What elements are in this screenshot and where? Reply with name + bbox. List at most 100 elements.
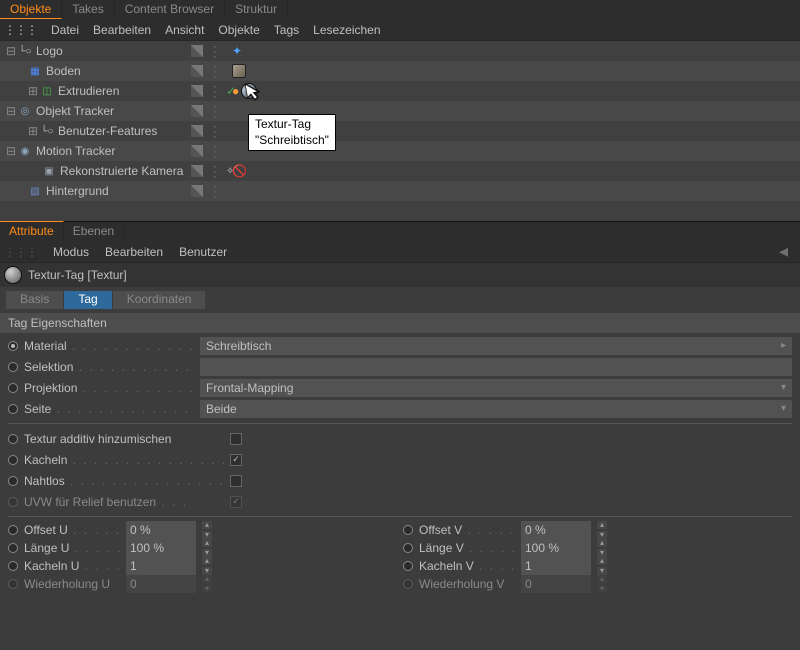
tree-label: Motion Tracker: [36, 144, 115, 158]
tree-item-objekt-tracker[interactable]: ⊟ ◎ Objekt Tracker ⋮: [0, 101, 800, 121]
field-offset-v[interactable]: 0 %: [521, 521, 591, 539]
selektion-field[interactable]: [200, 358, 792, 376]
menu-objekte[interactable]: Objekte: [218, 23, 259, 37]
motion-tracker-icon: ◉: [18, 144, 32, 158]
anchor-tag-icon[interactable]: ✦: [232, 44, 242, 58]
field-wiederholung-v: 0: [521, 575, 591, 593]
phong-tag-icon[interactable]: ●: [232, 84, 239, 98]
expander-icon[interactable]: ⊟: [6, 104, 18, 118]
tree-item-rek-kamera[interactable]: ▣ Rekonstruierte Kamera ⋮✧ 🚫: [0, 161, 800, 181]
seite-field[interactable]: Beide▾: [200, 400, 792, 418]
field-kacheln-u[interactable]: 1: [126, 557, 196, 575]
spinner[interactable]: ▴▾: [202, 539, 212, 557]
anim-dot[interactable]: [8, 362, 18, 372]
menu-benutzer[interactable]: Benutzer: [179, 245, 227, 259]
dropdown-icon[interactable]: ▾: [781, 382, 786, 393]
tree-item-extrudieren[interactable]: ⊞ ◫ Extrudieren ⋮✓ ●: [0, 81, 800, 101]
anim-dot[interactable]: [8, 561, 18, 571]
anim-dot: [8, 579, 18, 589]
expander-icon[interactable]: ⊞: [28, 124, 40, 138]
anim-dot[interactable]: [8, 383, 18, 393]
separator: [8, 516, 792, 517]
tab-objekte[interactable]: Objekte: [0, 0, 62, 19]
expander-icon[interactable]: ⊞: [28, 84, 40, 98]
dropdown-icon[interactable]: ▾: [781, 403, 786, 414]
dropdown-icon[interactable]: ▸: [781, 340, 786, 351]
field-laenge-v[interactable]: 100 %: [521, 539, 591, 557]
anim-dot[interactable]: [8, 455, 18, 465]
object-menubar: ⋮⋮⋮ Datei Bearbeiten Ansicht Objekte Tag…: [0, 19, 800, 41]
anim-dot: [8, 497, 18, 507]
menu-tags[interactable]: Tags: [274, 23, 299, 37]
attribute-title: Textur-Tag [Textur]: [28, 268, 127, 282]
checkbox-nahtlos[interactable]: [230, 475, 242, 487]
label-seite: Seite . . . . . . . . . . . . . . . . . …: [24, 402, 194, 416]
anim-dot[interactable]: [403, 561, 413, 571]
field-offset-u[interactable]: 0 %: [126, 521, 196, 539]
projektion-field[interactable]: Frontal-Mapping▾: [200, 379, 792, 397]
tab-struktur[interactable]: Struktur: [225, 0, 288, 19]
menu-bearbeiten[interactable]: Bearbeiten: [93, 23, 151, 37]
menu-ansicht[interactable]: Ansicht: [165, 23, 204, 37]
spinner[interactable]: ▴▾: [597, 521, 607, 539]
tab-takes[interactable]: Takes: [62, 0, 114, 19]
menu-bearbeiten[interactable]: Bearbeiten: [105, 245, 163, 259]
tab-attribute[interactable]: Attribute: [0, 221, 64, 241]
tree-label: Boden: [46, 64, 81, 78]
tree-item-boden[interactable]: ▦ Boden ⋮: [0, 61, 800, 81]
subtab-koordinaten[interactable]: Koordinaten: [113, 291, 206, 309]
plane-icon: ▦: [28, 64, 42, 78]
label-kacheln: Kacheln . . . . . . . . . . . . . . . . …: [24, 453, 224, 467]
attribute-menubar: ⋮⋮⋮ Modus Bearbeiten Benutzer ◂: [0, 241, 800, 263]
history-back-icon[interactable]: ◂: [779, 241, 788, 262]
menu-datei[interactable]: Datei: [51, 23, 79, 37]
field-laenge-u[interactable]: 100 %: [126, 539, 196, 557]
menu-modus[interactable]: Modus: [53, 245, 89, 259]
anim-dot[interactable]: [8, 476, 18, 486]
checkbox-uvw: [230, 496, 242, 508]
spinner[interactable]: ▴▾: [202, 521, 212, 539]
spinner[interactable]: ▴▾: [597, 557, 607, 575]
material-field[interactable]: Schreibtisch▸: [200, 337, 792, 355]
anim-dot[interactable]: [8, 525, 18, 535]
anim-dot[interactable]: [403, 543, 413, 553]
anim-dot[interactable]: [8, 404, 18, 414]
tab-ebenen[interactable]: Ebenen: [64, 222, 124, 241]
field-kacheln-v[interactable]: 1: [521, 557, 591, 575]
label-nahtlos: Nahtlos . . . . . . . . . . . . . . . . …: [24, 474, 224, 488]
tree-item-motion-tracker[interactable]: ⊟ ◉ Motion Tracker ⋮: [0, 141, 800, 161]
menu-lesezeichen[interactable]: Lesezeichen: [313, 23, 380, 37]
tree-label: Extrudieren: [58, 84, 119, 98]
separator: [8, 423, 792, 424]
tree-item-logo[interactable]: ⊟ └○ Logo ⋮ ✦: [0, 41, 800, 61]
anim-dot[interactable]: [8, 341, 18, 351]
subtab-tag[interactable]: Tag: [64, 291, 111, 309]
tab-content-browser[interactable]: Content Browser: [115, 0, 225, 19]
tree-item-benutzer-features[interactable]: ⊞ └○ Benutzer-Features ⋮: [0, 121, 800, 141]
label-additiv: Textur additiv hinzumischen: [24, 432, 224, 446]
expander-icon[interactable]: ⊟: [6, 44, 18, 58]
label-kacheln-u: Kacheln U . . . .: [24, 559, 120, 573]
tooltip-line1: Textur-Tag: [255, 117, 329, 133]
null-icon: └○: [18, 44, 32, 58]
spinner[interactable]: ▴▾: [597, 539, 607, 557]
object-tree: ⊟ └○ Logo ⋮ ✦ ▦ Boden ⋮ ⊞ ◫ Extrudieren …: [0, 41, 800, 221]
spinner[interactable]: ▴▾: [202, 557, 212, 575]
anim-dot[interactable]: [8, 543, 18, 553]
label-projektion: Projektion . . . . . . . . . . . . . .: [24, 381, 194, 395]
checkbox-kacheln[interactable]: [230, 454, 242, 466]
material-tag-icon[interactable]: [232, 64, 246, 78]
label-offset-u: Offset U . . . . .: [24, 523, 120, 537]
prohibit-icon[interactable]: 🚫: [232, 164, 247, 178]
section-tag-eigenschaften: Tag Eigenschaften: [0, 313, 800, 333]
subtab-basis[interactable]: Basis: [6, 291, 63, 309]
anim-dot[interactable]: [403, 525, 413, 535]
extrude-icon: ◫: [40, 84, 54, 98]
checkbox-additiv[interactable]: [230, 433, 242, 445]
anim-dot[interactable]: [8, 434, 18, 444]
label-material: Material . . . . . . . . . . . . . . . .: [24, 339, 194, 353]
tree-item-hintergrund[interactable]: ▧ Hintergrund ⋮: [0, 181, 800, 201]
label-uvw: UVW für Relief benutzen . . .: [24, 495, 224, 509]
expander-icon[interactable]: ⊟: [6, 144, 18, 158]
label-laenge-v: Länge V . . . . .: [419, 541, 515, 555]
